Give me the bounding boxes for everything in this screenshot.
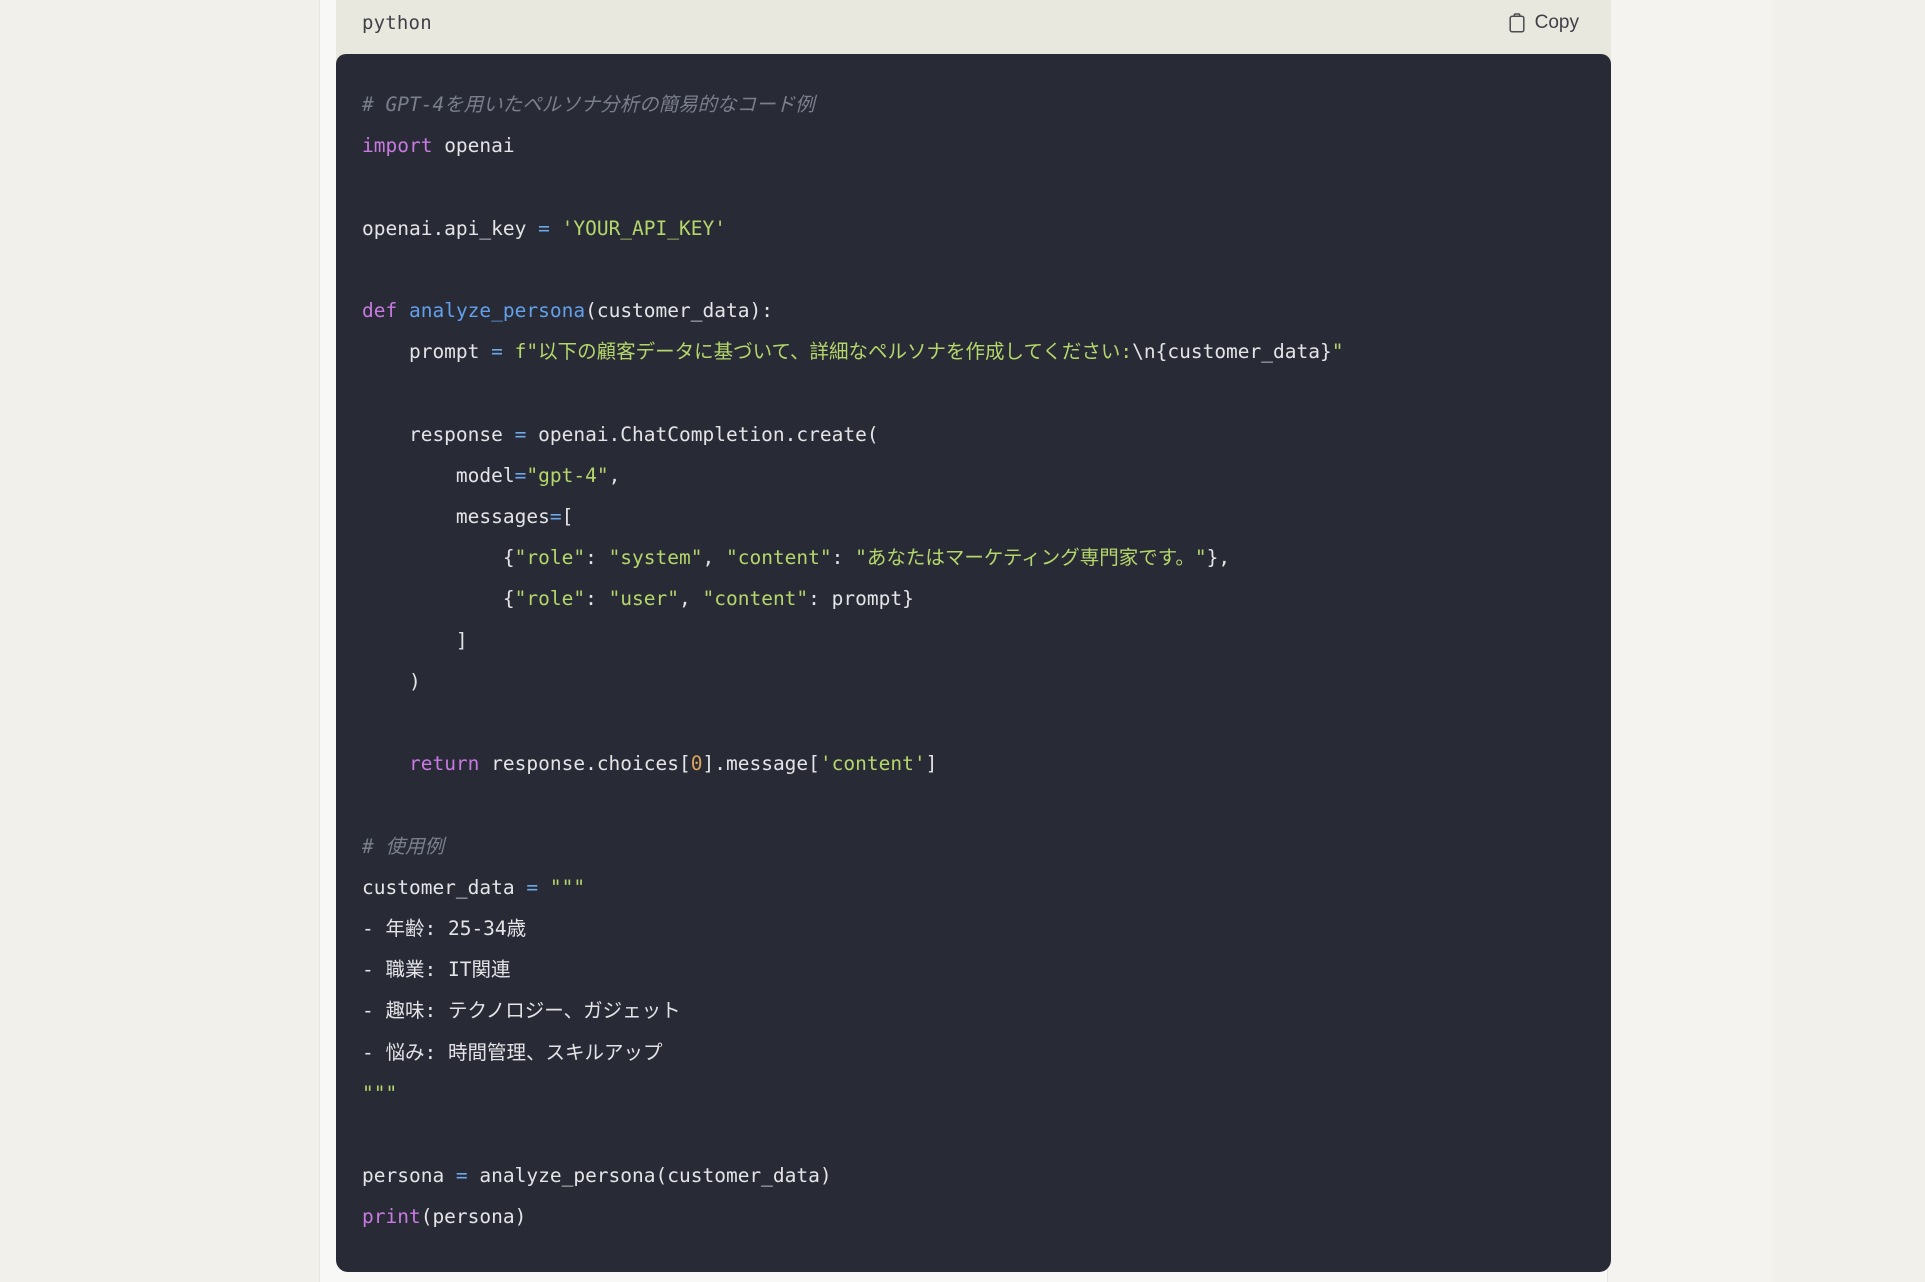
code-token-comment: # 使用例 [362, 834, 444, 858]
code-token-str: """ [549, 875, 586, 899]
page-root: python Copy # GPT-4を用いたペルソナ分析の簡易的なコード例 i… [0, 0, 1925, 1282]
code-token-str: "user" [608, 587, 680, 611]
code-token-plain: { [362, 546, 515, 570]
code-token-plain: [ [561, 505, 574, 529]
code-token-str: f"以下の顧客データに基づいて、詳細なペルソナを作成してください: [514, 340, 1133, 364]
code-token-plain: response [362, 422, 515, 446]
code-token-op: = [549, 505, 562, 529]
code-token-plain: analyze_persona(customer_data) [467, 1164, 832, 1188]
page-right-gutter [1608, 0, 1925, 1282]
code-token-plain: : [831, 546, 856, 570]
code-token-plain: : prompt} [808, 587, 914, 611]
code-token-plain: : [585, 546, 609, 570]
code-token-op: = [514, 422, 527, 446]
code-token-fn: analyze_persona [408, 299, 586, 323]
code-token-str: "content" [725, 546, 832, 570]
code-block-body[interactable]: # GPT-4を用いたペルソナ分析の簡易的なコード例 import openai… [336, 54, 1611, 1272]
code-token-str: "gpt-4" [526, 463, 609, 487]
code-token-kw: import [362, 134, 433, 158]
code-token-plain: ] [925, 752, 938, 776]
code-token-plain: model [362, 463, 515, 487]
code-token-plain: { [362, 587, 515, 611]
copy-code-button[interactable]: Copy [1502, 8, 1585, 38]
code-token-plain: openai [432, 134, 515, 158]
code-token-interp: \n{customer_data} [1132, 340, 1332, 364]
code-token-plain: }, [1206, 546, 1231, 570]
code-token-plain: messages [362, 505, 550, 529]
code-token-plain: , [702, 546, 726, 570]
code-token-plain: (persona) [420, 1205, 527, 1229]
code-token-op: = [491, 340, 503, 364]
code-token-kw: return [408, 752, 480, 776]
code-token-str: "role" [514, 546, 586, 570]
code-token-str: "あなたはマーケティング専門家です。" [855, 546, 1207, 570]
code-token-str: "system" [608, 546, 703, 570]
code-token-plain: ].message[ [702, 752, 820, 776]
clipboard-icon [1508, 13, 1526, 33]
code-token-kw: def [362, 299, 398, 323]
code-token-plain: prompt [362, 340, 492, 364]
code-language-label: python [362, 12, 432, 34]
code-token-kw: print [362, 1205, 421, 1229]
code-token-plain: response.choices[ [479, 752, 691, 776]
code-block-header: python Copy [336, 0, 1611, 54]
code-content: # GPT-4を用いたペルソナ分析の簡易的なコード例 import openai… [362, 84, 1585, 1238]
copy-button-label: Copy [1534, 12, 1579, 33]
code-token-plain: openai.api_key [362, 216, 539, 240]
code-token-plain: openai.ChatCompletion.create( [526, 422, 879, 446]
code-token-plain: ] [362, 628, 468, 652]
code-token-plain: persona [362, 1164, 456, 1188]
code-token-plain: , [608, 463, 621, 487]
code-token-comment: # GPT-4を用いたペルソナ分析の簡易的なコード例 [362, 93, 815, 116]
code-token-plain: : [585, 587, 609, 611]
code-token-plain: customer_data [362, 875, 527, 899]
code-token-plain: - 職業: IT関連 [362, 958, 511, 982]
code-token-str: "role" [514, 587, 586, 611]
page-left-gutter [0, 0, 319, 1282]
code-token-plain: - 悩み: 時間管理、スキルアップ [362, 1040, 663, 1064]
code-token-plain: , [679, 587, 703, 611]
code-token-str: 'YOUR_API_KEY' [561, 216, 726, 240]
code-token-str: """ [362, 1081, 398, 1105]
code-token-str: " [1331, 340, 1344, 364]
code-token-op: = [538, 216, 550, 240]
code-token-plain: - 年齢: 25-34歳 [362, 917, 527, 941]
code-token-str: "content" [702, 587, 809, 611]
code-token-plain: (customer_data): [585, 299, 773, 323]
code-token-op: = [455, 1164, 468, 1188]
code-token-plain: ) [362, 669, 421, 693]
code-tokens: # GPT-4を用いたペルソナ分析の簡易的なコード例 import openai… [362, 93, 1343, 1228]
code-token-plain: - 趣味: テクノロジー、ガジェット [362, 999, 681, 1023]
code-token-num: 0 [690, 752, 703, 776]
code-block-card: python Copy # GPT-4を用いたペルソナ分析の簡易的なコード例 i… [336, 0, 1611, 1272]
code-token-op: = [514, 463, 527, 487]
code-token-op: = [526, 875, 539, 899]
code-token-str: 'content' [819, 752, 926, 776]
page-right-gutter-inner [1608, 0, 1772, 1282]
